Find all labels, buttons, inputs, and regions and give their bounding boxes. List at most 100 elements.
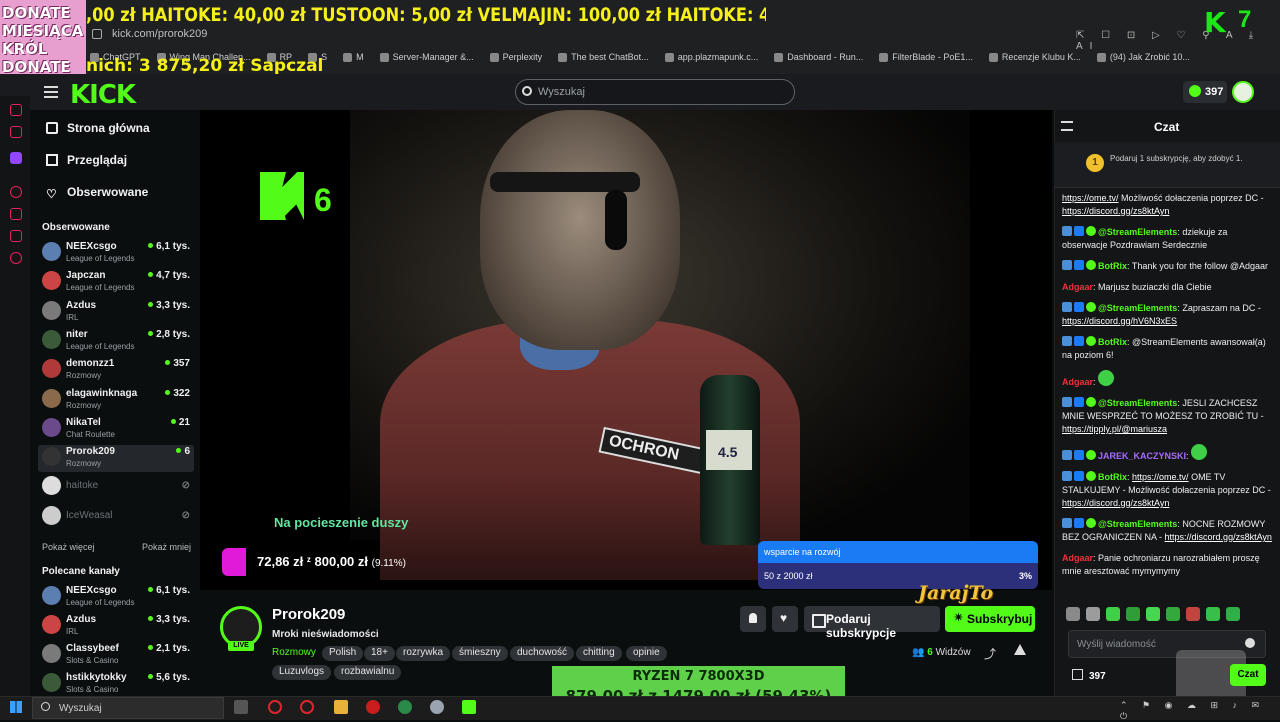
chat-link[interactable]: https://ome.tv/ — [1062, 193, 1119, 203]
channel-points[interactable]: 397 — [1072, 669, 1106, 682]
chat-username[interactable]: Adgaar — [1062, 282, 1093, 292]
chat-link[interactable]: https://discord.gg/zs8ktAyn — [1062, 498, 1169, 508]
nav-following[interactable]: ♡ Obserwowane — [46, 185, 148, 201]
bookmark-item[interactable]: (94) Jak Zrobić 10... — [1096, 52, 1190, 63]
menu-icon[interactable] — [44, 86, 58, 98]
channel-item[interactable]: Azdus IRL 3,3 tys. — [38, 613, 194, 640]
channel-item[interactable]: Prorok209 Rozmowy 6 — [38, 445, 194, 473]
bookmark-item[interactable]: The best ChatBot... — [558, 52, 649, 63]
stream-tag[interactable]: śmieszny — [452, 646, 508, 661]
chat-link[interactable]: https://tipply.pl/@mariusza — [1062, 424, 1167, 434]
emote-icon[interactable] — [1066, 607, 1080, 621]
emoji-icon[interactable] — [1245, 638, 1255, 648]
search-input[interactable] — [538, 84, 778, 100]
channel-item[interactable]: Japczan League of Legends 4,7 tys. — [38, 269, 194, 296]
kick-logo[interactable]: KICK — [70, 80, 136, 110]
rail-app-icon[interactable] — [10, 126, 22, 138]
nav-home[interactable]: Strona główna — [46, 121, 150, 135]
bookmark-item[interactable]: Perplexity — [489, 52, 542, 63]
system-tray[interactable]: ⌃ ⚑ ◉ ☁ ⊞ ♪ ✉ ⏻ — [1120, 700, 1270, 721]
report-icon[interactable] — [1014, 644, 1026, 655]
nav-browse[interactable]: Przeglądaj — [46, 153, 127, 167]
chat-link[interactable]: https://ome.tv/ — [1132, 472, 1189, 482]
bookmark-item[interactable]: M — [343, 52, 364, 63]
user-avatar[interactable] — [1232, 81, 1254, 103]
chat-username[interactable]: BotRix — [1098, 337, 1127, 347]
channel-item[interactable]: NEEXcsgo League of Legends 6,1 tys. — [38, 240, 194, 267]
follow-heart-button[interactable] — [772, 606, 798, 632]
chat-username[interactable]: @StreamElements — [1098, 227, 1177, 237]
emote-icon[interactable] — [1226, 607, 1240, 621]
rail-app-icon[interactable] — [10, 208, 22, 220]
app-icon[interactable] — [430, 700, 444, 714]
rail-app-icon[interactable] — [10, 104, 22, 116]
emote-icon[interactable] — [1146, 607, 1160, 621]
twitch-icon[interactable] — [10, 152, 22, 164]
gift-leaderboard-banner[interactable]: 1 Podaruj 1 subskrypcję, aby zdobyć 1. — [1054, 142, 1280, 188]
stream-category[interactable]: Rozmowy — [272, 647, 316, 658]
task-view-icon[interactable] — [234, 700, 248, 714]
stream-tag[interactable]: opinie — [626, 646, 667, 661]
file-explorer-icon[interactable] — [334, 700, 348, 714]
channel-item[interactable]: niter League of Legends 2,8 tys. — [38, 328, 194, 355]
chat-link[interactable]: https://discord.gg/hV6N3xES — [1062, 316, 1177, 326]
emote-icon[interactable] — [1106, 607, 1120, 621]
stream-tag[interactable]: chitting — [576, 646, 622, 661]
app-icon[interactable] — [366, 700, 380, 714]
stream-tag[interactable]: duchowość — [510, 646, 575, 661]
stream-tag[interactable]: rozrywka — [396, 646, 451, 661]
gift-subscription-button[interactable]: Podaruj subskrypcje — [804, 606, 940, 640]
chat-username[interactable]: BotRix — [1098, 261, 1127, 271]
chat-username[interactable]: @StreamElements — [1098, 303, 1177, 313]
chat-username[interactable]: @StreamElements — [1098, 398, 1177, 408]
chat-username[interactable]: Adgaar — [1062, 377, 1093, 387]
address-bar[interactable]: kick.com/prorok209 — [92, 28, 1072, 46]
opera-icon[interactable] — [268, 700, 282, 714]
emote-icon[interactable] — [1126, 607, 1140, 621]
collapse-chat-icon[interactable] — [1061, 121, 1073, 131]
stream-tag[interactable]: rozbawialnu — [334, 665, 402, 680]
channel-item[interactable]: IceWeasal ⊘ — [38, 504, 194, 531]
rail-app-icon[interactable] — [10, 230, 22, 242]
chat-send-button[interactable]: Czat — [1230, 664, 1266, 686]
channel-item[interactable]: NEEXcsgo League of Legends 6,1 tys. — [38, 584, 194, 611]
emote-bar[interactable] — [1066, 607, 1266, 623]
show-less-link[interactable]: Pokaż mniej — [142, 542, 191, 552]
channel-item[interactable]: hstikkytokky Slots & Casino 5,6 tys. — [38, 671, 194, 698]
chat-username[interactable]: @StreamElements — [1098, 519, 1177, 529]
emote-icon[interactable] — [1206, 607, 1220, 621]
opera-gx-icon[interactable] — [300, 700, 314, 714]
bookmark-item[interactable]: Recenzje Klubu K... — [988, 52, 1081, 63]
kicks-balance[interactable]: 397 — [1183, 81, 1227, 103]
bookmark-item[interactable]: Server-Manager &... — [379, 52, 474, 63]
streamer-name[interactable]: Prorok209 — [272, 606, 345, 623]
kick-app-icon[interactable] — [462, 700, 476, 714]
bookmark-item[interactable]: Dashboard - Run... — [774, 52, 863, 63]
chat-link[interactable]: https://discord.gg/zs8ktAyn — [1165, 532, 1272, 542]
stream-tag[interactable]: Polish — [322, 646, 364, 661]
emote-icon[interactable] — [1166, 607, 1180, 621]
chat-link[interactable]: https://discord.gg/zs8ktAyn — [1062, 206, 1169, 216]
subscribe-button[interactable]: Subskrybuj — [945, 606, 1035, 632]
channel-item[interactable]: demonzz1 Rozmowy 357 — [38, 357, 194, 384]
emote-icon[interactable] — [1086, 607, 1100, 621]
app-icon[interactable] — [398, 700, 412, 714]
channel-item[interactable]: haitoke ⊘ — [38, 474, 194, 501]
stream-tag[interactable]: Luzuvlogs — [272, 665, 332, 680]
bookmark-item[interactable]: app.plazmapunk.c... — [664, 52, 758, 63]
taskbar-search-input[interactable] — [32, 697, 224, 719]
bookmark-item[interactable]: FilterBlade - PoE1... — [879, 52, 973, 63]
settings-icon[interactable] — [10, 252, 22, 264]
chat-username[interactable]: Adgaar — [1062, 553, 1093, 563]
show-more-link[interactable]: Pokaż więcej — [42, 542, 95, 552]
chat-username[interactable]: JAREK_KACZYNSKI — [1098, 451, 1186, 461]
share-icon[interactable]: ⤴ — [984, 645, 996, 661]
channel-item[interactable]: Classybeef Slots & Casino 2,1 tys. — [38, 642, 194, 669]
stream-tag[interactable]: 18+ — [364, 646, 395, 661]
windows-start-icon[interactable] — [10, 701, 22, 713]
rail-app-icon[interactable] — [10, 186, 22, 198]
channel-item[interactable]: NikaTel Chat Roulette 21 — [38, 416, 194, 443]
notification-bell-button[interactable] — [740, 606, 766, 632]
channel-item[interactable]: Azdus IRL 3,3 tys. — [38, 299, 194, 326]
chat-username[interactable]: BotRix — [1098, 472, 1127, 482]
